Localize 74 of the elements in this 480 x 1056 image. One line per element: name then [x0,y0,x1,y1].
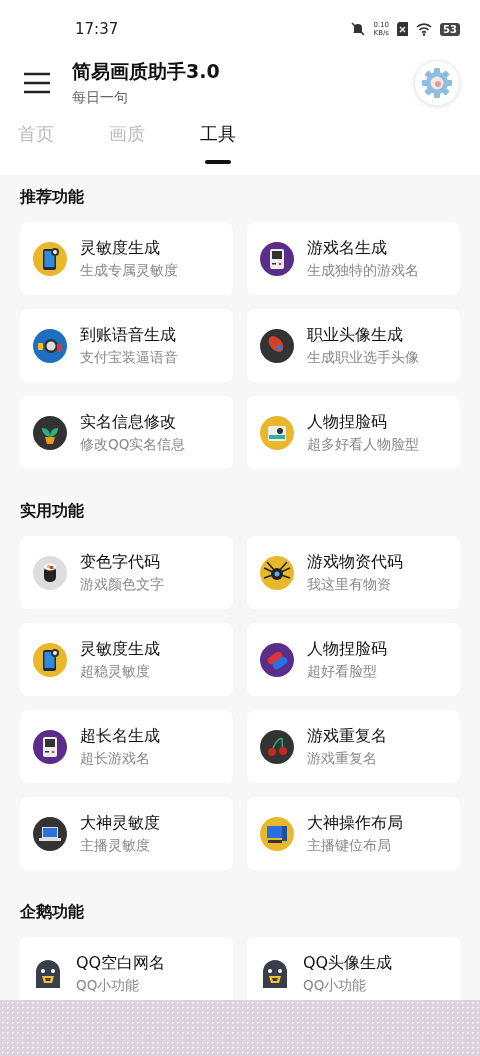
card-subtitle: 修改QQ实名信息 [80,435,186,454]
feature-card[interactable]: 实名信息修改 修改QQ实名信息 [20,396,233,469]
sushi-icon [33,555,67,590]
sim-icon [397,22,409,36]
section-title: 推荐功能 [20,187,85,208]
feature-card[interactable]: 灵敏度生成 生成专属灵敏度 [20,222,233,295]
phone-icon [33,241,67,276]
feature-card[interactable]: 游戏重复名 游戏重复名 [247,710,460,783]
tab[interactable]: 工具 [200,122,236,164]
card-subtitle: 超好看脸型 [307,662,378,681]
card-subtitle: 超稳灵敏度 [80,662,151,681]
card-title: 大神操作布局 [307,812,403,834]
app-title: 简易画质助手3.0 [72,59,221,84]
phone-icon [33,642,67,677]
card-subtitle: 主播键位布局 [307,836,392,855]
card-subtitle: QQ小功能 [303,976,368,995]
card-title: QQ头像生成 [303,952,393,974]
card-subtitle: 游戏颜色文字 [80,575,164,594]
settings-icon [421,67,453,99]
card-subtitle: 超长游戏名 [80,749,151,768]
feature-card[interactable]: 灵敏度生成 超稳灵敏度 [20,623,233,696]
card-subtitle: 生成职业选手头像 [307,348,419,367]
card-title: 游戏物资代码 [307,551,403,573]
card-title: 游戏重复名 [307,725,387,747]
wifi-icon [416,22,433,36]
bell-off-icon [351,22,366,36]
cherries-icon [260,729,294,764]
game-console-icon [260,241,294,276]
card-subtitle: 游戏重复名 [307,749,378,768]
game-console-icon [33,729,67,764]
card-title: 职业头像生成 [307,324,404,346]
card-subtitle: 支付宝装逼语音 [80,348,178,367]
section-title: 实用功能 [20,501,85,522]
section-title: 企鹅功能 [20,902,85,923]
penguin-icon [260,957,290,990]
card-title: 游戏名生成 [307,237,388,259]
computer-icon [260,816,294,851]
plant-icon [33,415,67,450]
card-subtitle: 我这里有物资 [307,575,392,594]
card-title: 灵敏度生成 [80,638,160,660]
feature-card[interactable]: 大神操作布局 主播键位布局 [247,797,460,870]
card-title: 变色字代码 [80,551,161,573]
feature-card[interactable]: 游戏物资代码 我这里有物资 [247,536,460,609]
feature-card[interactable]: 游戏名生成 生成独特的游戏名 [247,222,460,295]
card-subtitle: 生成独特的游戏名 [307,261,419,280]
camera-icon [260,415,294,450]
card-title: QQ空白网名 [76,952,166,974]
card-subtitle: QQ小功能 [76,976,141,995]
card-subtitle: 主播灵敏度 [80,836,151,855]
card-title: 实名信息修改 [80,411,177,433]
card-title: 超长名生成 [80,725,160,747]
card-title: 到账语音生成 [80,324,177,346]
feature-card[interactable]: 超长名生成 超长游戏名 [20,710,233,783]
rocket-icon [260,328,294,363]
menu-icon[interactable] [24,72,50,94]
feature-card[interactable]: 到账语音生成 支付宝装逼语音 [20,309,233,382]
feature-card[interactable]: 职业头像生成 生成职业选手头像 [247,309,460,382]
card-subtitle: 超多好看人物脸型 [307,435,419,454]
card-title: 人物捏脸码 [307,638,387,660]
feature-card[interactable]: 人物捏脸码 超好看脸型 [247,623,460,696]
card-title: 灵敏度生成 [80,237,161,259]
status-time: 17:37 [75,20,119,38]
card-subtitle: 生成专属灵敏度 [80,261,178,280]
pills-icon [260,642,294,677]
penguin-icon [33,957,63,990]
app-subtitle: 每日一句 [72,89,129,107]
feature-card[interactable]: 人物捏脸码 超多好看人物脸型 [247,396,460,469]
feature-card[interactable]: 大神灵敏度 主播灵敏度 [20,797,233,870]
card-title: 大神灵敏度 [80,812,160,834]
laptop-icon [33,816,67,851]
feature-card[interactable]: 变色字代码 游戏颜色文字 [20,536,233,609]
battery-level: 53 [440,22,460,36]
spider-icon [260,555,294,590]
card-title: 人物捏脸码 [307,411,388,433]
